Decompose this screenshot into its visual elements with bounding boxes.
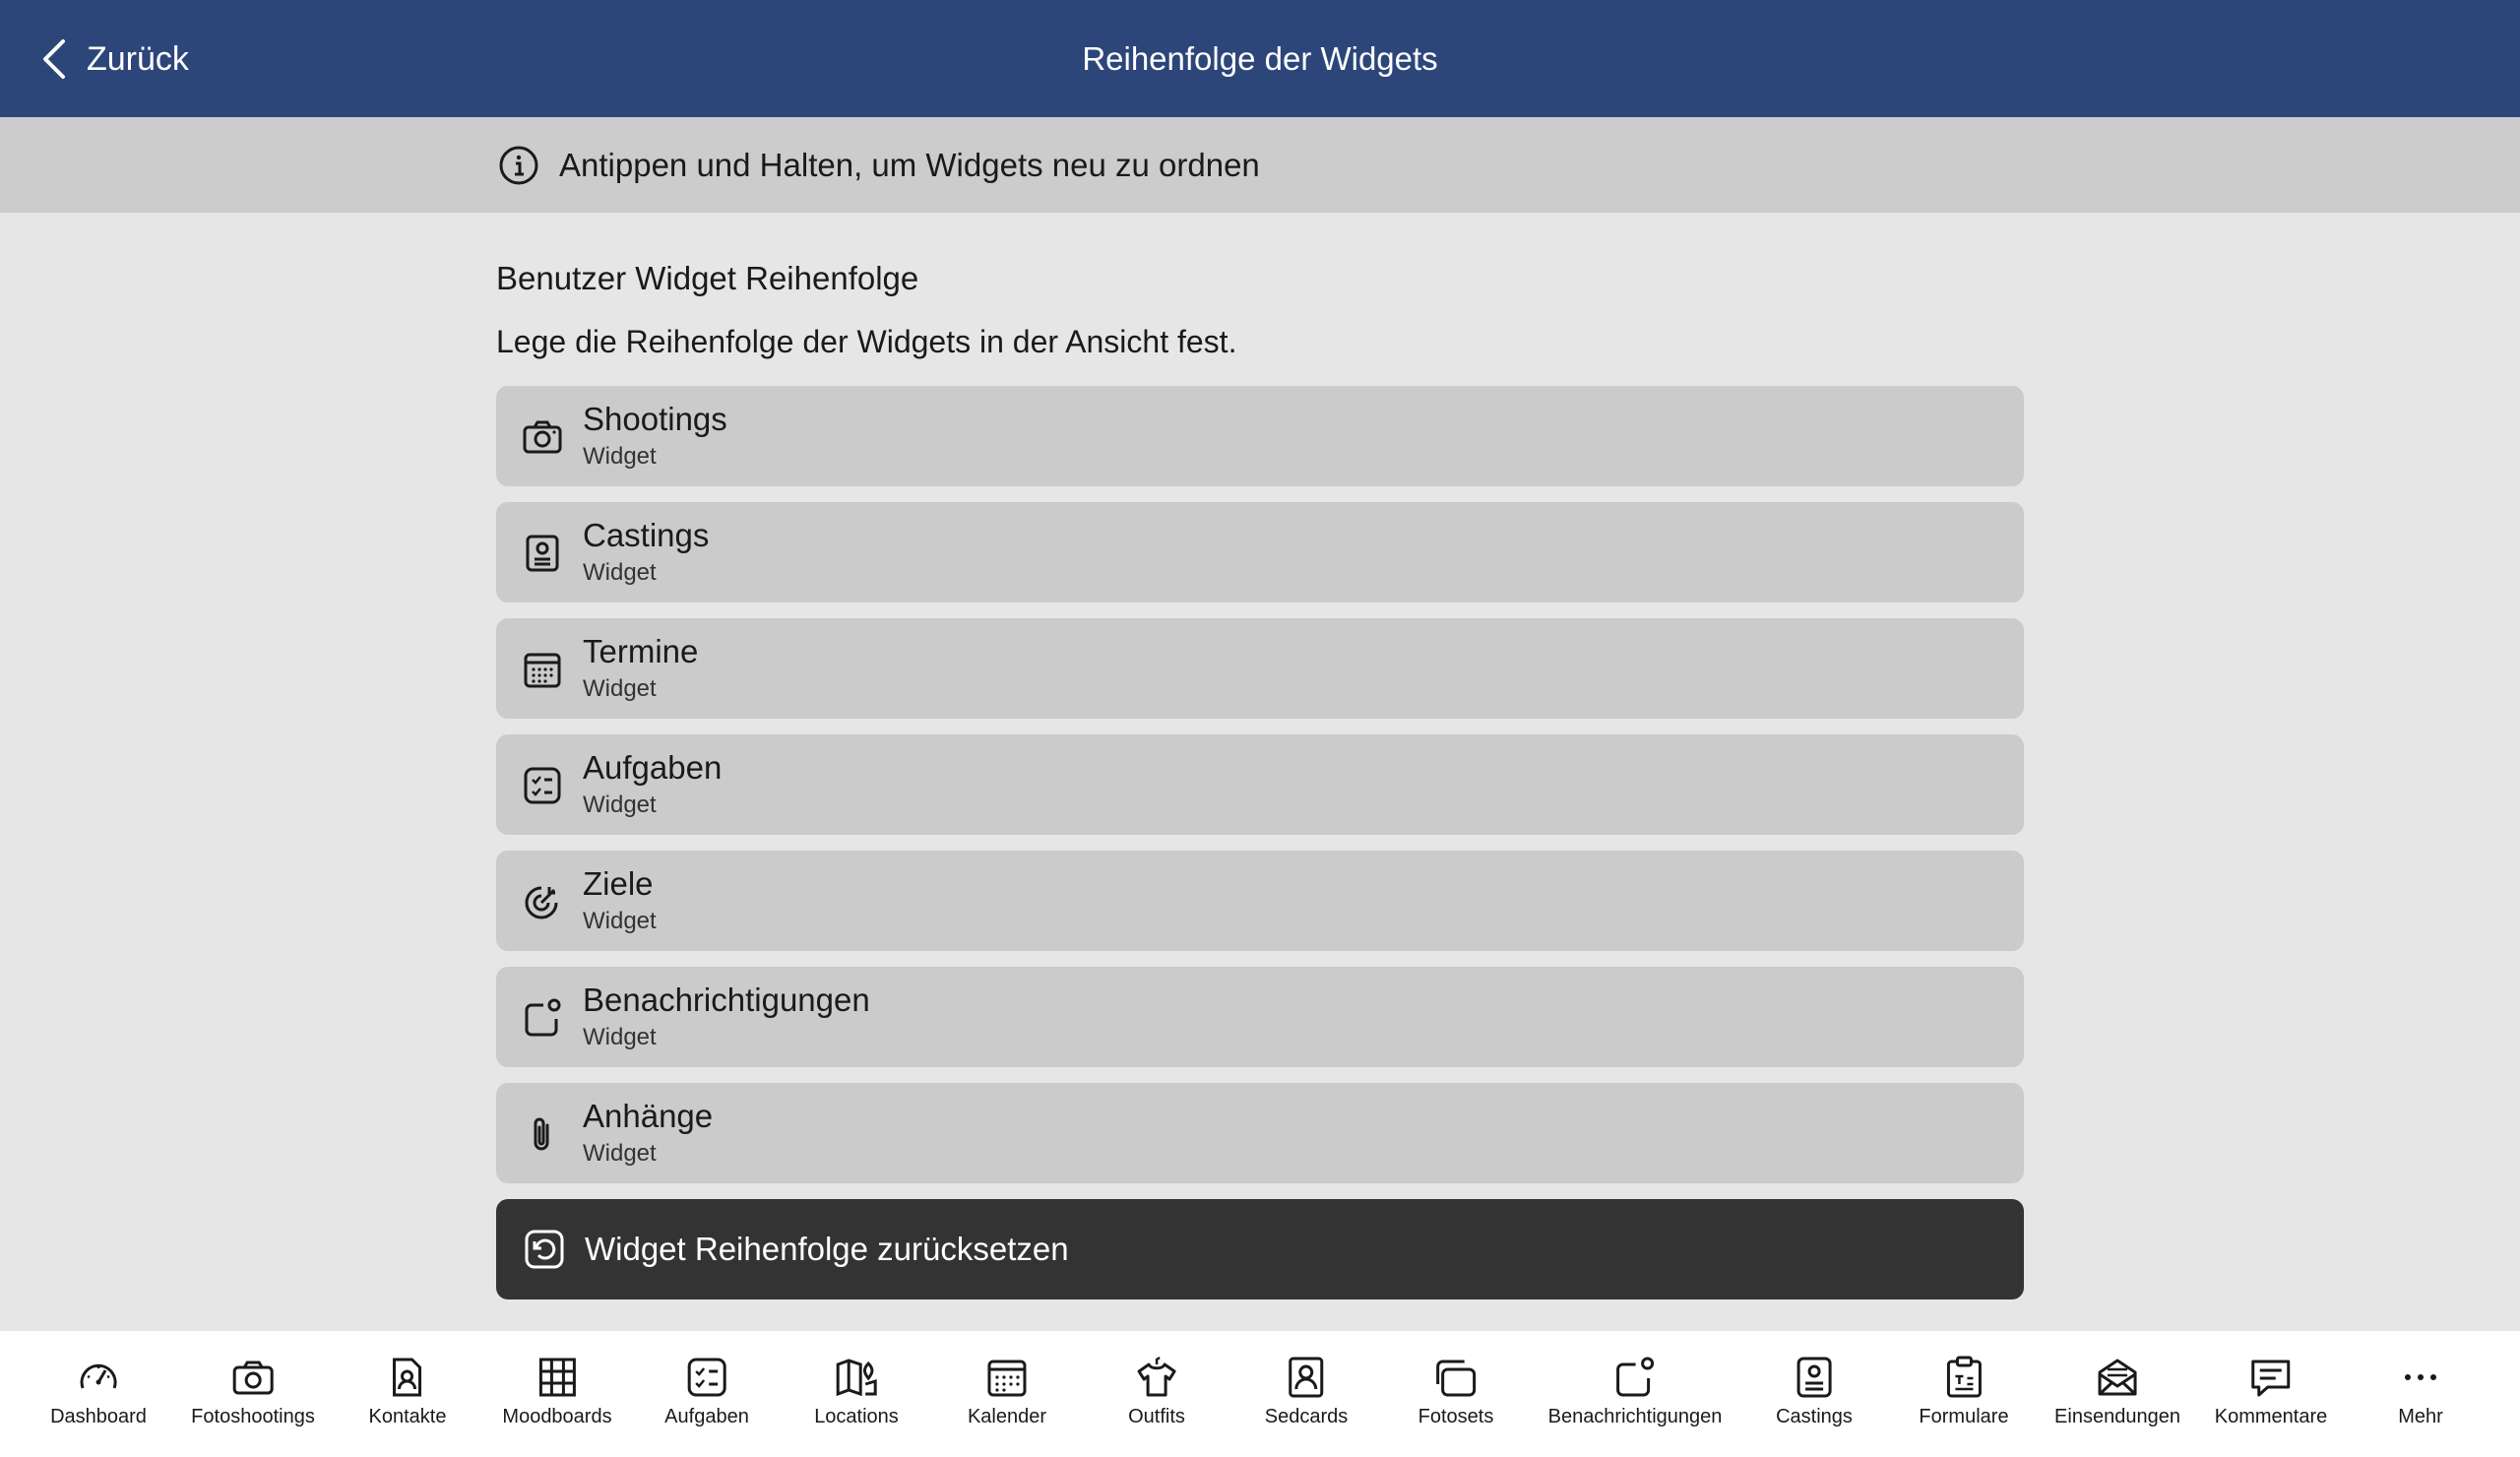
widget-subtitle: Widget <box>583 1140 657 1167</box>
section-description: Lege die Reihenfolge der Widgets in der … <box>496 324 1237 359</box>
widget-row-castings[interactable]: Castings Widget <box>496 502 2024 602</box>
tab-label: Einsendungen <box>2054 1406 2180 1427</box>
bottom-tab-bar: Dashboard Fotoshootings Kontakte Moodboa… <box>0 1331 2520 1457</box>
tab-moodboards[interactable]: Moodboards <box>502 1331 612 1457</box>
target-icon <box>525 886 558 919</box>
widget-row-ziele[interactable]: Ziele Widget <box>496 851 2024 951</box>
tab-label: Formulare <box>1919 1406 2009 1427</box>
tab-label: Mehr <box>2398 1406 2443 1427</box>
tab-label: Kalender <box>967 1406 1047 1427</box>
page-title: Reihenfolge der Widgets <box>1082 39 1438 77</box>
widget-title: Ziele <box>583 865 654 902</box>
id-card-icon <box>1289 1357 1324 1398</box>
section-title: Benutzer Widget Reihenfolge <box>496 260 919 296</box>
tab-kommentare[interactable]: Kommentare <box>2214 1331 2328 1457</box>
widget-row-aufgaben[interactable]: Aufgaben Widget <box>496 734 2024 835</box>
tab-fotosets[interactable]: Fotosets <box>1418 1331 1494 1457</box>
widget-title: Termine <box>583 633 699 669</box>
tab-label: Fotosets <box>1418 1406 1494 1427</box>
tab-label: Benachrichtigungen <box>1547 1406 1723 1427</box>
envelope-icon <box>2098 1359 2137 1396</box>
widget-title: Benachrichtigungen <box>583 982 870 1018</box>
tab-label: Fotoshootings <box>191 1406 315 1427</box>
tab-label: Aufgaben <box>664 1406 749 1427</box>
widget-title: Aufgaben <box>583 749 723 786</box>
tab-locations[interactable]: Locations <box>814 1331 899 1457</box>
tab-dashboard[interactable]: Dashboard <box>50 1331 147 1457</box>
widget-row-shootings[interactable]: Shootings Widget <box>496 386 2024 486</box>
tab-label: Outfits <box>1128 1406 1185 1427</box>
widget-list: Shootings Widget Castings Widget Termine… <box>496 386 2024 1199</box>
reset-order-button[interactable]: Widget Reihenfolge zurücksetzen <box>496 1199 2024 1299</box>
widget-subtitle: Widget <box>583 675 657 702</box>
checklist-icon <box>687 1358 726 1397</box>
widget-subtitle: Widget <box>583 1024 657 1050</box>
grid-icon <box>538 1358 576 1397</box>
notification-icon <box>525 998 561 1037</box>
top-navigation-bar: Zurück Reihenfolge der Widgets <box>0 0 2520 117</box>
tab-label: Kommentare <box>2214 1406 2328 1427</box>
widget-title: Castings <box>583 517 710 553</box>
tab-kontakte[interactable]: Kontakte <box>368 1331 447 1457</box>
shirt-icon <box>1137 1356 1176 1397</box>
tab-castings[interactable]: Castings <box>1776 1331 1853 1457</box>
clipboard-icon <box>1946 1356 1982 1398</box>
info-banner: Antippen und Halten, um Widgets neu zu o… <box>0 117 2520 213</box>
tab-mehr[interactable]: Mehr <box>2398 1331 2443 1457</box>
more-icon <box>2405 1374 2436 1380</box>
map-pin-icon <box>836 1359 877 1397</box>
id-card-icon <box>526 535 559 572</box>
tab-benachrichtigungen[interactable]: Benachrichtigungen <box>1547 1331 1723 1457</box>
camera-icon <box>232 1361 274 1395</box>
widget-subtitle: Widget <box>583 443 657 470</box>
tab-label: Kontakte <box>368 1406 447 1427</box>
contact-icon <box>393 1358 422 1397</box>
tab-formulare[interactable]: Formulare <box>1919 1331 2009 1457</box>
widget-subtitle: Widget <box>583 792 657 818</box>
tab-label: Castings <box>1776 1406 1853 1427</box>
info-text: Antippen und Halten, um Widgets neu zu o… <box>559 146 1260 183</box>
notification-icon <box>1616 1357 1655 1397</box>
comment-icon <box>2251 1360 2291 1397</box>
widget-row-benachrichtigungen[interactable]: Benachrichtigungen Widget <box>496 967 2024 1067</box>
widget-subtitle: Widget <box>583 559 657 586</box>
gauge-icon <box>80 1363 117 1389</box>
info-icon <box>499 146 538 184</box>
tab-label: Sedcards <box>1264 1406 1349 1427</box>
id-card-icon <box>1796 1357 1832 1398</box>
photo-stack-icon <box>1436 1360 1477 1397</box>
tab-fotoshootings[interactable]: Fotoshootings <box>191 1331 315 1457</box>
tab-label: Dashboard <box>50 1406 147 1427</box>
widget-subtitle: Widget <box>583 908 657 934</box>
reset-label: Widget Reihenfolge zurücksetzen <box>585 1231 1069 1267</box>
widget-title: Anhänge <box>583 1098 714 1134</box>
tab-outfits[interactable]: Outfits <box>1128 1331 1185 1457</box>
widget-title: Shootings <box>583 401 727 437</box>
checklist-icon <box>524 767 561 804</box>
tab-kalender[interactable]: Kalender <box>968 1331 1046 1457</box>
tab-sedcards[interactable]: Sedcards <box>1264 1331 1349 1457</box>
widget-row-anhaenge[interactable]: Anhänge Widget <box>496 1083 2024 1183</box>
widget-row-termine[interactable]: Termine Widget <box>496 618 2024 719</box>
calendar-icon <box>524 653 561 688</box>
tab-label: Locations <box>814 1406 899 1427</box>
tab-label: Moodboards <box>502 1406 612 1427</box>
calendar-icon <box>987 1360 1027 1397</box>
tab-aufgaben[interactable]: Aufgaben <box>664 1331 749 1457</box>
paperclip-icon <box>534 1117 549 1151</box>
reset-icon <box>525 1230 564 1269</box>
tab-einsendungen[interactable]: Einsendungen <box>2054 1331 2180 1457</box>
camera-icon <box>523 420 562 454</box>
